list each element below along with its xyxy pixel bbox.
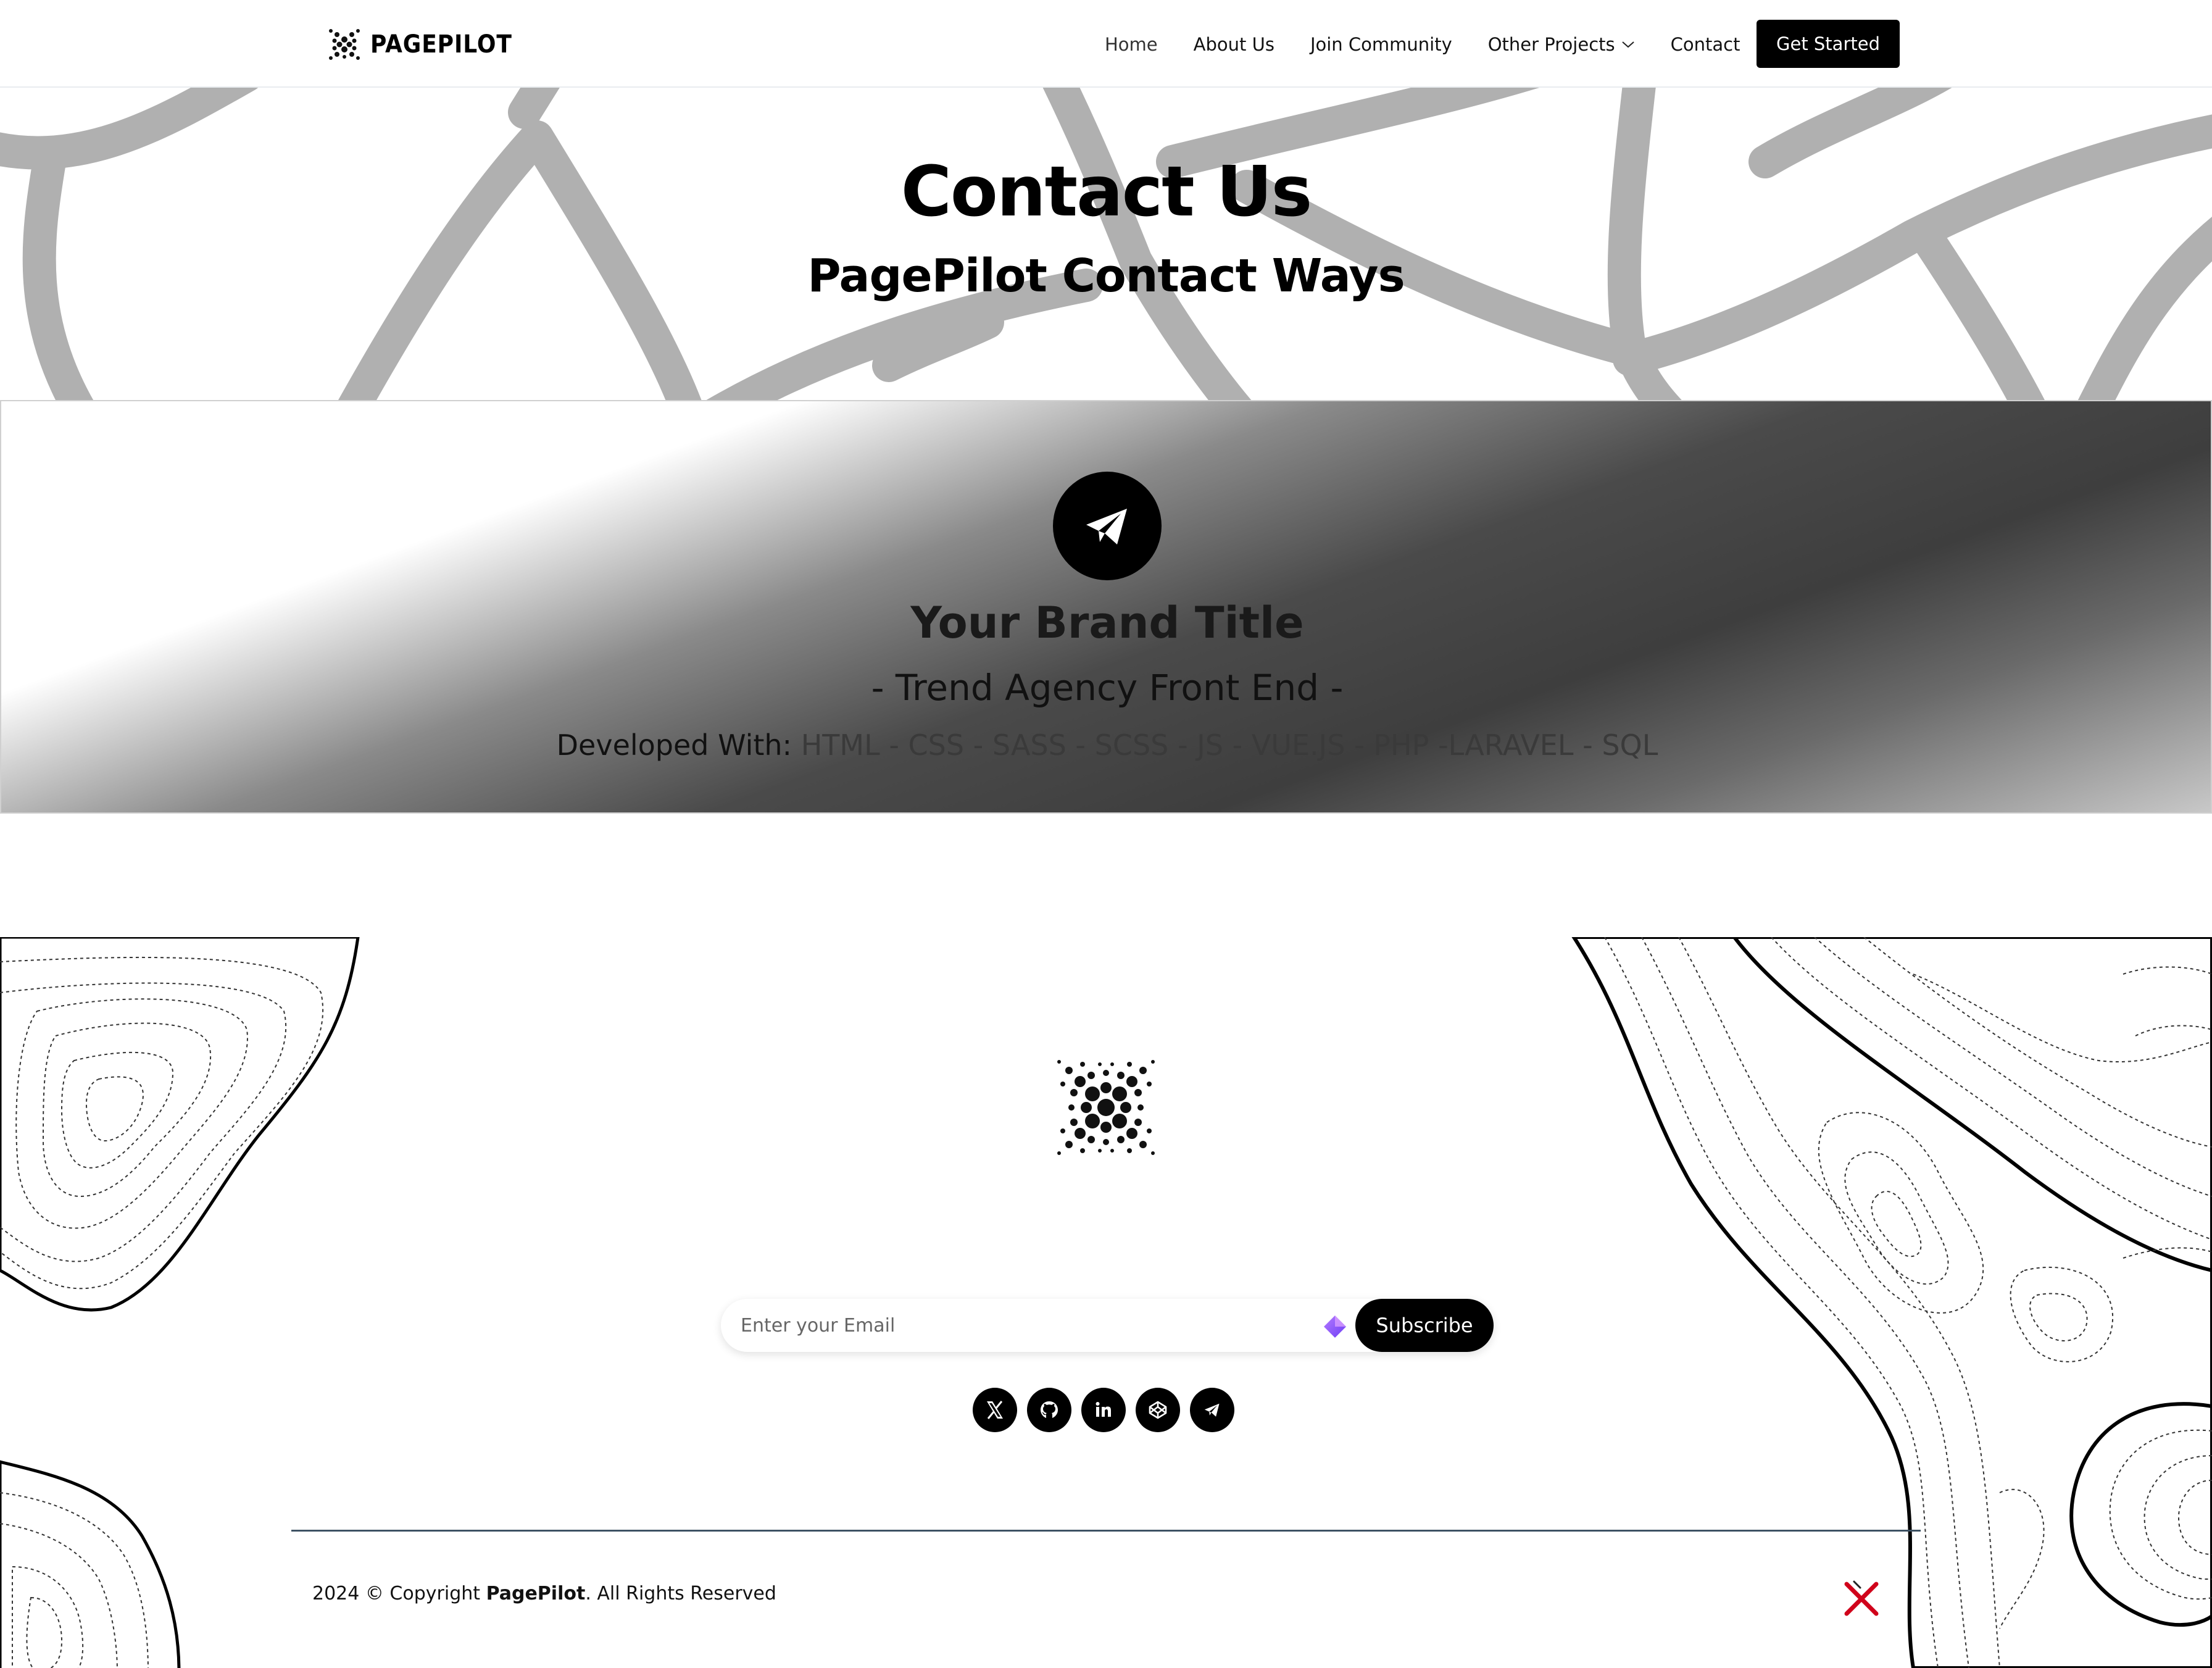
hero-section: Contact Us PagePilot Contact Ways xyxy=(0,88,2212,400)
footer: Subscribe 2024 © Copyright PagePilot. Al… xyxy=(0,937,2212,1668)
page-title: Contact Us xyxy=(900,152,1313,232)
email-input[interactable] xyxy=(741,1299,1420,1352)
tech-stack-list: HTML - CSS - SASS - SCSS - JS - VUE.JS -… xyxy=(800,728,1658,762)
linkedin-icon[interactable] xyxy=(1081,1388,1126,1432)
footer-logo-icon[interactable] xyxy=(1044,1046,1168,1169)
nav-other-projects[interactable]: Other Projects xyxy=(1488,34,1635,55)
tech-stack-label: Developed With: xyxy=(556,728,792,762)
pagepilot-logo-icon xyxy=(329,29,360,60)
telegram-icon[interactable] xyxy=(1190,1388,1234,1432)
brand-logo[interactable]: PAGEPILOT xyxy=(327,25,528,64)
copyright-brand: PagePilot xyxy=(486,1583,586,1604)
nav-join-community[interactable]: Join Community xyxy=(1310,34,1452,55)
copyright-suffix: . All Rights Reserved xyxy=(585,1583,776,1604)
brand-tagline: - Trend Agency Front End - xyxy=(871,667,1344,709)
hero-background-pattern xyxy=(0,88,2212,400)
get-started-button[interactable]: Get Started xyxy=(1757,20,1900,68)
copyright-prefix: 2024 © Copyright xyxy=(312,1583,481,1604)
telegram-glyph xyxy=(1086,509,1127,544)
brand-title: Your Brand Title xyxy=(910,598,1304,648)
footer-divider xyxy=(291,1530,1921,1532)
subscribe-button[interactable]: Subscribe xyxy=(1355,1299,1494,1352)
copyright-text: 2024 © Copyright PagePilot. All Rights R… xyxy=(312,1583,776,1604)
nav-other-projects-label: Other Projects xyxy=(1487,34,1615,55)
telegram-icon[interactable] xyxy=(1053,472,1162,580)
page-subtitle: PagePilot Contact Ways xyxy=(807,249,1405,302)
tech-stack: Developed With: HTML - CSS - SASS - SCSS… xyxy=(1,728,2211,762)
nav-about-us[interactable]: About Us xyxy=(1194,34,1274,55)
github-icon[interactable] xyxy=(1027,1388,1071,1432)
social-links xyxy=(973,1388,1234,1432)
topographic-decoration-left xyxy=(0,937,360,1312)
brand-name: PAGEPILOT xyxy=(370,30,512,59)
close-icon[interactable] xyxy=(1842,1579,1881,1619)
navbar: PAGEPILOT Home About Us Join Community O… xyxy=(0,0,2212,88)
nav-home[interactable]: Home xyxy=(1105,34,1158,55)
main-nav: Home About Us Join Community Other Proje… xyxy=(1105,27,1776,62)
topographic-decoration-right xyxy=(1571,937,2212,1668)
codepen-icon[interactable] xyxy=(1136,1388,1180,1432)
chevron-down-icon xyxy=(1621,41,1634,48)
x-icon[interactable] xyxy=(973,1388,1017,1432)
topographic-decoration-bottom-left xyxy=(0,1460,181,1668)
nav-contact[interactable]: Contact xyxy=(1671,34,1740,55)
password-manager-icon[interactable] xyxy=(1322,1314,1348,1340)
newsletter-form: Subscribe xyxy=(721,1299,1494,1352)
brand-card: Your Brand Title - Trend Agency Front En… xyxy=(0,400,2212,814)
